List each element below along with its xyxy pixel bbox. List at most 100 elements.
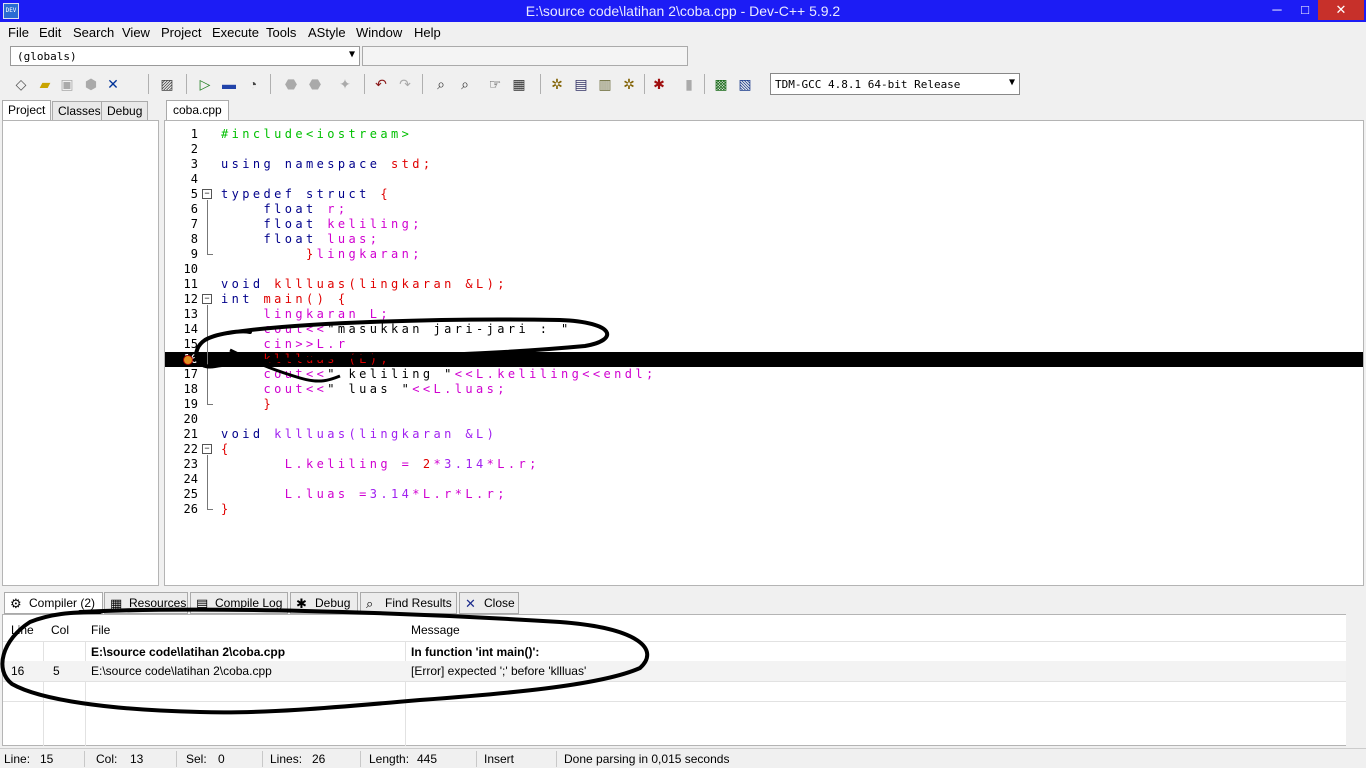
line-number[interactable]: 12	[165, 292, 198, 307]
tab-debug[interactable]: Debug	[101, 101, 149, 121]
new-class-icon[interactable]: ✲	[548, 75, 566, 93]
code-line[interactable]: 17 cout<<" keliling "<<L.keliling<<endl;	[165, 367, 1363, 382]
menu-execute[interactable]: Execute	[212, 25, 259, 40]
check-icon[interactable]: ▮	[680, 75, 698, 93]
code-line[interactable]: 26}	[165, 502, 1363, 517]
toggle-bookmark-icon[interactable]: ▦	[510, 75, 528, 93]
line-number[interactable]: 19	[165, 397, 198, 412]
globals-combo[interactable]: (globals) ▼	[10, 46, 360, 66]
code-line[interactable]: 23 L.keliling = 2*3.14*L.r;	[165, 457, 1363, 472]
header-message[interactable]: Message	[411, 623, 460, 637]
code-line[interactable]: 21 void kllluas(lingkaran &L)	[165, 427, 1363, 442]
line-number[interactable]: 13	[165, 307, 198, 322]
code-line[interactable]: 13 lingkaran L;	[165, 307, 1363, 322]
code-line[interactable]: 2	[165, 142, 1363, 157]
maximize-button[interactable]: □	[1292, 0, 1318, 20]
tab-compile-log[interactable]: ▤ Compile Log	[190, 592, 288, 614]
cpu-window-icon[interactable]: ▩	[712, 75, 730, 93]
compile-run-icon[interactable]: ▷	[196, 75, 214, 93]
chevron-down-icon[interactable]: ▼	[1009, 77, 1015, 88]
line-number[interactable]: 7	[165, 217, 198, 232]
undo-icon[interactable]: ↶	[372, 75, 390, 93]
line-number[interactable]: 17	[165, 367, 198, 382]
line-number[interactable]: 9	[165, 247, 198, 262]
replace-icon[interactable]: ⌕	[456, 75, 474, 93]
line-number[interactable]: 22	[165, 442, 198, 457]
remove-file-icon[interactable]: ▥	[596, 75, 614, 93]
menu-project[interactable]: Project	[161, 25, 201, 40]
code-line[interactable]: 16 kllluas (L);	[165, 352, 1363, 367]
save-all-icon[interactable]: ⬢	[82, 75, 100, 93]
tab-project[interactable]: Project	[2, 100, 52, 121]
line-number[interactable]: 16	[165, 352, 198, 367]
code-line[interactable]: 8 float luas;	[165, 232, 1363, 247]
code-line[interactable]: 9 }lingkaran;	[165, 247, 1363, 262]
chart-icon[interactable]: ▧	[736, 75, 754, 93]
line-number[interactable]: 24	[165, 472, 198, 487]
code-line[interactable]: 18 cout<<" luas "<<L.luas;	[165, 382, 1363, 397]
compiler-messages-table[interactable]: Line Col File Message E:\source code\lat…	[2, 614, 1348, 746]
fold-toggle-icon[interactable]: −	[202, 444, 212, 454]
line-number[interactable]: 4	[165, 172, 198, 187]
menu-file[interactable]: File	[8, 25, 29, 40]
code-line[interactable]: 20	[165, 412, 1363, 427]
tab-find-results[interactable]: ⌕ Find Results	[360, 592, 457, 614]
code-line[interactable]: 11 void kllluas(lingkaran &L);	[165, 277, 1363, 292]
new-file-icon[interactable]: ◇	[12, 75, 30, 93]
code-line[interactable]: 7 float keliling;	[165, 217, 1363, 232]
minimize-button[interactable]: ─	[1264, 0, 1290, 20]
profile-icon[interactable]: ✦	[336, 75, 354, 93]
save-icon[interactable]: ▣	[58, 75, 76, 93]
code-line[interactable]: 1 #include<iostream>	[165, 127, 1363, 142]
line-number[interactable]: 25	[165, 487, 198, 502]
code-editor[interactable]: 1 #include<iostream> 2 3 using namespace std…	[164, 120, 1364, 586]
line-number[interactable]: 23	[165, 457, 198, 472]
members-combo[interactable]	[362, 46, 688, 66]
add-file-icon[interactable]: ▤	[572, 75, 590, 93]
code-line[interactable]: 24	[165, 472, 1363, 487]
project-tree[interactable]	[2, 120, 159, 586]
project-options-icon[interactable]: ✲	[620, 75, 638, 93]
line-number[interactable]: 26	[165, 502, 198, 517]
code-line[interactable]: 10	[165, 262, 1363, 277]
code-line[interactable]: 19 }	[165, 397, 1363, 412]
code-line[interactable]: 12 int main() {	[165, 292, 1363, 307]
messages-scrollbar[interactable]	[1346, 614, 1364, 746]
header-line[interactable]: Line	[11, 623, 34, 637]
code-line[interactable]: 4	[165, 172, 1363, 187]
table-row[interactable]: E:\source code\latihan 2\coba.cpp In fun…	[3, 642, 1347, 662]
line-number[interactable]: 18	[165, 382, 198, 397]
line-number[interactable]: 3	[165, 157, 198, 172]
code-line[interactable]: 14 cout<<"masukkan jari-jari : "	[165, 322, 1363, 337]
line-number[interactable]: 20	[165, 412, 198, 427]
tab-classes[interactable]: Classes	[52, 101, 107, 121]
clean-icon[interactable]: ◔	[244, 75, 262, 93]
code-line[interactable]: 22 {	[165, 442, 1363, 457]
tab-coba-cpp[interactable]: coba.cpp	[166, 100, 229, 121]
header-file[interactable]: File	[91, 623, 110, 637]
code-line[interactable]: 25 L.luas =3.14*L.r*L.r;	[165, 487, 1363, 502]
code-line[interactable]: 3 using namespace std;	[165, 157, 1363, 172]
line-number[interactable]: 8	[165, 232, 198, 247]
menu-search[interactable]: Search	[73, 25, 114, 40]
line-number[interactable]: 21	[165, 427, 198, 442]
line-number[interactable]: 15	[165, 337, 198, 352]
code-line[interactable]: 6 float r;	[165, 202, 1363, 217]
line-number[interactable]: 10	[165, 262, 198, 277]
menu-tools[interactable]: Tools	[266, 25, 296, 40]
goto-icon[interactable]: ☞	[486, 75, 504, 93]
abort-icon[interactable]: ✱	[650, 75, 668, 93]
tab-resources[interactable]: ▦ Resources	[104, 592, 188, 614]
compiler-select[interactable]: TDM-GCC 4.8.1 64-bit Release ▼	[770, 73, 1020, 95]
close-window-button[interactable]: ✕	[1318, 0, 1364, 20]
open-folder-icon[interactable]: ▰	[36, 75, 54, 93]
menu-window[interactable]: Window	[356, 25, 402, 40]
chevron-down-icon[interactable]: ▼	[349, 49, 355, 60]
code-line[interactable]: 5 typedef struct {	[165, 187, 1363, 202]
line-number[interactable]: 1	[165, 127, 198, 142]
fold-toggle-icon[interactable]: −	[202, 294, 212, 304]
line-number[interactable]: 2	[165, 142, 198, 157]
line-number[interactable]: 6	[165, 202, 198, 217]
menu-edit[interactable]: Edit	[39, 25, 61, 40]
print-icon[interactable]: ▨	[158, 75, 176, 93]
